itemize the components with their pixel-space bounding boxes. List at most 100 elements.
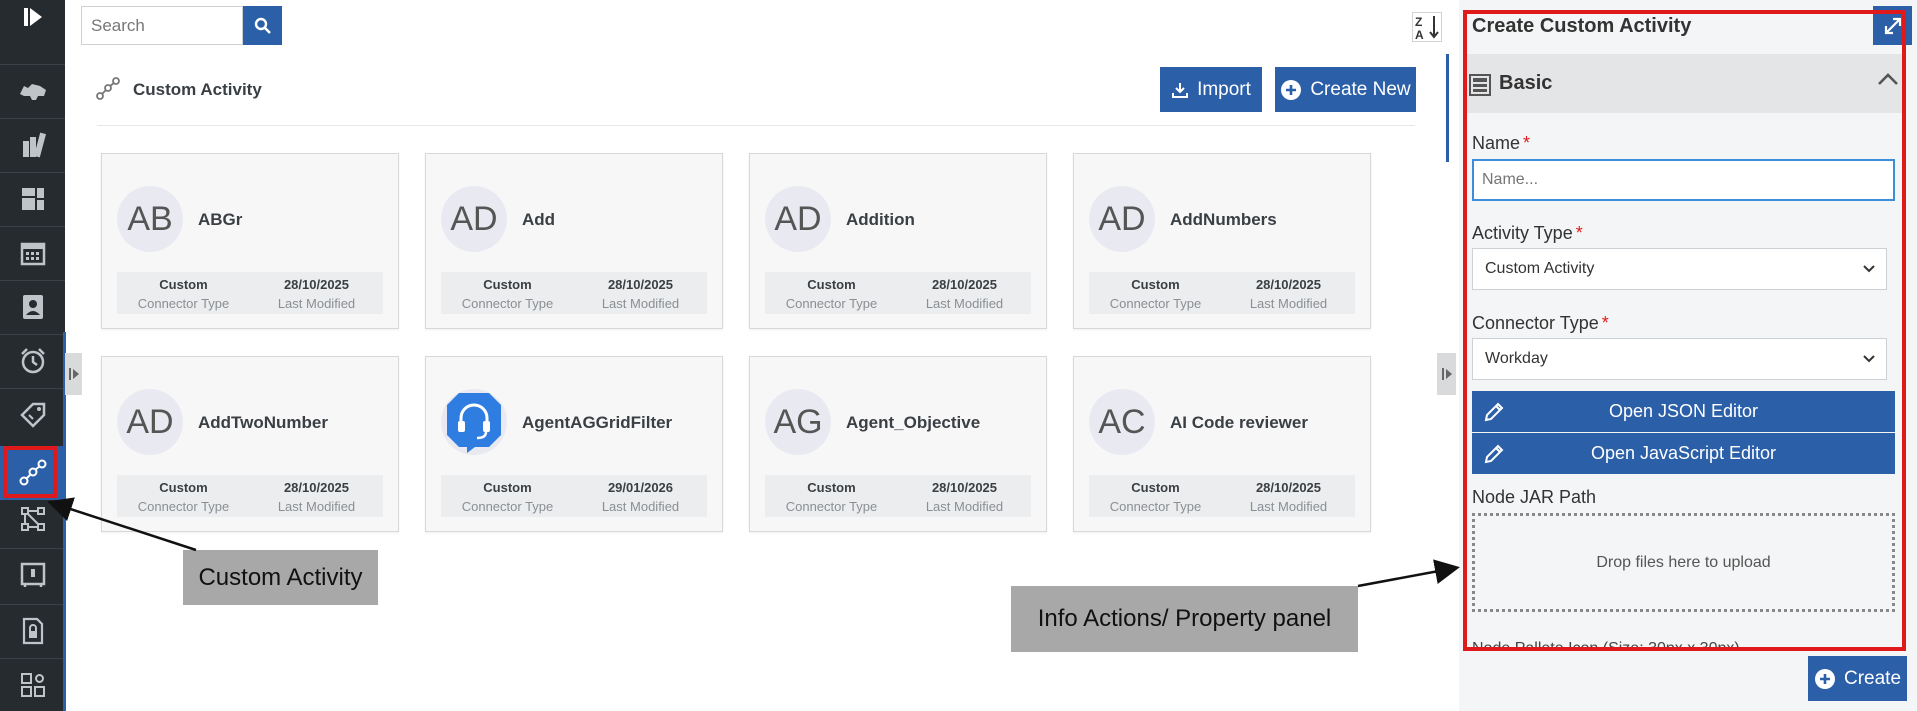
callout-custom-activity: Custom Activity <box>183 550 378 605</box>
last-modified-value: 28/10/2025 <box>931 480 998 495</box>
workflow-icon[interactable] <box>0 496 65 542</box>
right-panel-toggle[interactable] <box>1437 353 1456 395</box>
activity-card[interactable]: AD Addition Custom Connector Type 28/10/2… <box>749 153 1047 329</box>
header-divider <box>97 125 1415 126</box>
books-icon[interactable] <box>0 120 65 170</box>
create-new-label: Create New <box>1310 78 1411 100</box>
connector-type-label: Connector Type <box>137 499 230 514</box>
card-avatar: AD <box>765 186 831 252</box>
card-name: ABGr <box>198 210 243 229</box>
card-meta: Custom Connector Type 28/10/2025 Last Modi… <box>441 272 707 314</box>
connector-type-value: Custom <box>1131 277 1180 292</box>
activity-card[interactable]: AG Agent_Objective Custom Connector Type … <box>749 356 1047 532</box>
import-button[interactable]: Import <box>1160 67 1262 112</box>
card-avatar: AC <box>1089 389 1155 455</box>
alarm-icon[interactable] <box>0 336 65 386</box>
last-modified-label: Last Modified <box>601 296 680 311</box>
panel-toggle-icon <box>68 368 79 380</box>
activity-card[interactable]: AD Add Custom Connector Type 28/10/2025 La… <box>425 153 723 329</box>
last-modified-value: 28/10/2025 <box>1255 480 1322 495</box>
last-modified-value: 28/10/2025 <box>931 277 998 292</box>
left-panel-toggle[interactable] <box>65 353 82 395</box>
svg-text:Z: Z <box>1415 15 1422 29</box>
card-name: Agent_Objective <box>846 413 981 432</box>
card-meta: Custom Connector Type 28/10/2025 Last Modi… <box>1089 272 1355 314</box>
scrollbar-thumb[interactable] <box>1446 54 1449 162</box>
last-modified-value: 28/10/2025 <box>283 480 350 495</box>
svg-text:A: A <box>1415 28 1424 42</box>
last-modified-value: 29/01/2026 <box>607 480 674 495</box>
logo-icon[interactable] <box>0 0 65 40</box>
card-avatar: AG <box>765 389 831 455</box>
last-modified-label: Last Modified <box>925 499 1004 514</box>
connector-type-label: Connector Type <box>1109 499 1202 514</box>
search-input[interactable]: Search <box>81 6 243 45</box>
connector-type-value: Custom <box>483 277 532 292</box>
card-name: AI Code reviewer <box>1170 413 1308 432</box>
sort-z-a-icon[interactable]: Z A <box>1412 12 1442 42</box>
activity-card[interactable]: AD AddNumbers Custom Connector Type 28/10… <box>1073 153 1371 329</box>
download-icon <box>1172 82 1189 98</box>
card-meta: Custom Connector Type 28/10/2025 Last Modi… <box>1089 475 1355 517</box>
panel-highlight-frame <box>1463 10 1906 651</box>
card-name: Add <box>522 210 556 229</box>
card-name: Addition <box>846 210 915 229</box>
activity-card[interactable]: AC AI Code reviewer Custom Connector Type… <box>1073 356 1371 532</box>
connector-type-label: Connector Type <box>137 296 230 311</box>
contacts-icon[interactable] <box>0 282 65 332</box>
main-nav <box>0 0 65 711</box>
create-new-button[interactable]: Create New <box>1275 67 1416 112</box>
card-avatar: AD <box>117 389 183 455</box>
page-title: Custom Activity <box>133 80 262 99</box>
nav-highlight-frame <box>3 446 57 498</box>
last-modified-label: Last Modified <box>1249 296 1328 311</box>
connector-type-label: Connector Type <box>785 296 878 311</box>
connector-type-label: Connector Type <box>461 499 554 514</box>
card-meta: Custom Connector Type 28/10/2025 Last Modi… <box>765 475 1031 517</box>
activity-card[interactable]: AD AddTwoNumber Custom Connector Type 28/… <box>101 356 399 532</box>
connector-type-value: Custom <box>807 480 856 495</box>
create-label: Create <box>1843 667 1902 689</box>
custom-activity-icon <box>96 77 120 100</box>
activity-card[interactable]: AgentAGGridFilter Custom Connector Type 2… <box>425 356 723 532</box>
headset-icon <box>441 389 507 455</box>
card-avatar: AD <box>1089 186 1155 252</box>
callout-property-panel: Info Actions/ Property panel <box>1011 586 1358 652</box>
connector-type-value: Custom <box>159 480 208 495</box>
card-name: AddNumbers <box>1170 210 1277 229</box>
card-meta: Custom Connector Type 28/10/2025 Last Modi… <box>117 272 383 314</box>
search-icon <box>254 17 271 34</box>
last-modified-value: 28/10/2025 <box>283 277 350 292</box>
card-name: AddTwoNumber <box>198 413 329 432</box>
card-avatar: AB <box>117 186 183 252</box>
last-modified-label: Last Modified <box>601 499 680 514</box>
connector-type-label: Connector Type <box>1109 296 1202 311</box>
panel-toggle-icon <box>1441 368 1452 380</box>
card-name: AgentAGGridFilter <box>522 413 673 432</box>
calendar-icon[interactable] <box>0 228 65 278</box>
secure-file-icon[interactable] <box>0 606 65 656</box>
last-modified-value: 28/10/2025 <box>607 277 674 292</box>
connector-type-label: Connector Type <box>461 296 554 311</box>
last-modified-label: Last Modified <box>277 296 356 311</box>
card-avatar: AD <box>441 186 507 252</box>
settings-grid-icon[interactable] <box>0 660 65 710</box>
rhino-icon[interactable] <box>0 66 65 116</box>
last-modified-label: Last Modified <box>277 499 356 514</box>
create-button[interactable]: Create <box>1808 656 1907 701</box>
vault-icon[interactable] <box>0 550 65 600</box>
connector-type-value: Custom <box>159 277 208 292</box>
connector-type-value: Custom <box>1131 480 1180 495</box>
activity-card[interactable]: AB ABGr Custom Connector Type 28/10/2025 L… <box>101 153 399 329</box>
connector-type-value: Custom <box>807 277 856 292</box>
last-modified-value: 28/10/2025 <box>1255 277 1322 292</box>
plus-circle-icon <box>1281 79 1302 100</box>
import-label: Import <box>1197 78 1251 100</box>
search-button[interactable] <box>243 6 282 45</box>
tag-icon[interactable] <box>0 390 65 440</box>
card-meta: Custom Connector Type 29/01/2026 Last Modi… <box>441 475 707 517</box>
card-meta: Custom Connector Type 28/10/2025 Last Modi… <box>117 475 383 517</box>
connector-type-label: Connector Type <box>785 499 878 514</box>
card-meta: Custom Connector Type 28/10/2025 Last Modi… <box>765 272 1031 314</box>
dashboard-icon[interactable] <box>0 174 65 224</box>
